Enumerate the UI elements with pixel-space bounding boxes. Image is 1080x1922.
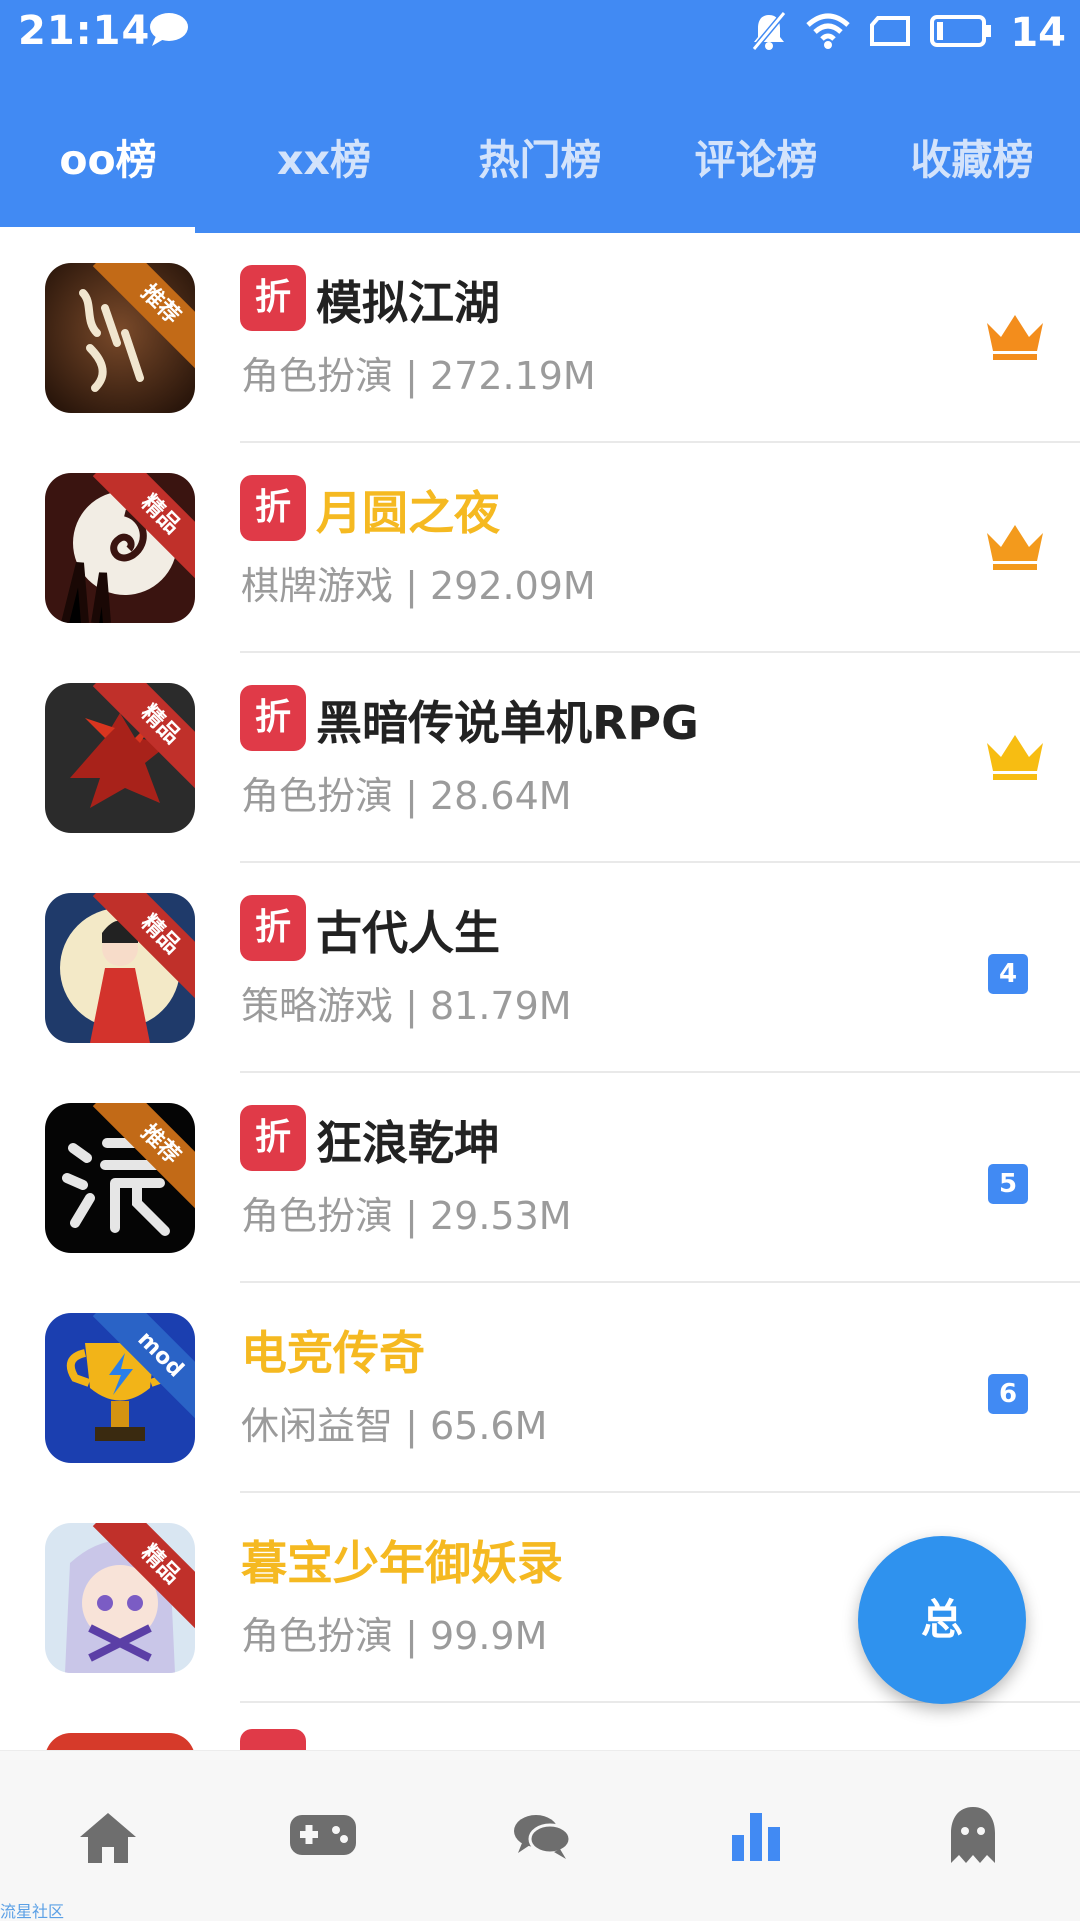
chat-bubbles-icon[interactable] (512, 1811, 572, 1865)
message-icon (148, 12, 190, 52)
crown-icon (983, 311, 1047, 365)
list-item[interactable]: 精品 折 古代人生 策略游戏 | 81.79M 4 (0, 863, 1080, 1073)
list-item[interactable]: 推荐 折 模拟江湖 角色扮演 | 272.19M (0, 233, 1080, 443)
list-item[interactable]: 精品 折 月圆之夜 棋牌游戏 | 292.09M (0, 443, 1080, 653)
game-title[interactable]: 电竞传奇 (241, 1317, 425, 1383)
game-icon-image: 精品 (45, 1523, 195, 1673)
game-title[interactable]: 黑暗传说单机RPG (316, 687, 699, 753)
list-item[interactable]: 推荐 折 狂浪乾坤 角色扮演 | 29.53M 5 (0, 1073, 1080, 1283)
game-category-size: 策略游戏 | 81.79M (241, 984, 572, 1028)
mute-icon (750, 11, 788, 55)
game-category-size: 角色扮演 | 272.19M (241, 354, 596, 398)
game-title[interactable]: 月圆之夜 (316, 477, 500, 543)
game-icon-image: 精品 (45, 473, 195, 623)
game-icon-image: 精品 (45, 683, 195, 833)
tab-oo[interactable]: oo榜 (0, 110, 216, 233)
discount-badge: 折 (240, 265, 306, 331)
crown-icon (983, 731, 1047, 785)
sim-card-icon (868, 15, 912, 51)
rank-badge: 6 (988, 1374, 1028, 1414)
game-icon-image: 推荐 (45, 263, 195, 413)
tab-comments[interactable]: 评论榜 (648, 110, 864, 233)
list-item[interactable] (0, 1703, 1080, 1750)
game-ranking-list[interactable]: 推荐 折 模拟江湖 角色扮演 | 272.19M 精品 折 月圆之夜 棋牌游戏 … (0, 233, 1080, 1750)
wifi-icon (806, 11, 850, 55)
tab-favorites[interactable]: 收藏榜 (864, 110, 1080, 233)
game-icon-image: 精品 (45, 893, 195, 1043)
game-category-size: 角色扮演 | 99.9M (241, 1614, 548, 1658)
game-icon-image: mod (45, 1313, 195, 1463)
game-category-size: 休闲益智 | 65.6M (241, 1404, 548, 1448)
status-time: 21:14 (18, 8, 151, 54)
tab-hot[interactable]: 热门榜 (432, 110, 648, 233)
gamepad-icon[interactable] (288, 1813, 358, 1861)
ghost-icon[interactable] (948, 1805, 998, 1869)
game-title[interactable]: 模拟江湖 (316, 267, 500, 333)
game-category-size: 角色扮演 | 29.53M (241, 1194, 572, 1238)
game-title[interactable]: 古代人生 (316, 897, 500, 963)
home-icon[interactable] (78, 1809, 138, 1869)
ranking-tabs: oo榜 xx榜 热门榜 评论榜 收藏榜 (0, 110, 1080, 233)
watermark-text: 流星社区 (0, 1902, 65, 1921)
battery-level: 14 (1010, 10, 1066, 56)
tab-xx[interactable]: xx榜 (216, 110, 432, 233)
rank-badge: 5 (988, 1164, 1028, 1204)
discount-badge (240, 1729, 306, 1750)
discount-badge: 折 (240, 1105, 306, 1171)
game-icon-image: 推荐 (45, 1103, 195, 1253)
game-category-size: 棋牌游戏 | 292.09M (241, 564, 596, 608)
list-item[interactable]: mod 电竞传奇 休闲益智 | 65.6M 6 (0, 1283, 1080, 1493)
status-bar: 21:14 14 (0, 0, 1080, 68)
game-title[interactable]: 暮宝少年御妖录 (241, 1527, 563, 1593)
battery-icon (930, 14, 992, 52)
discount-badge: 折 (240, 475, 306, 541)
bottom-navigation (0, 1750, 1080, 1921)
game-title[interactable]: 狂浪乾坤 (316, 1107, 500, 1173)
list-item[interactable]: 精品 折 黑暗传说单机RPG 角色扮演 | 28.64M (0, 653, 1080, 863)
discount-badge: 折 (240, 685, 306, 751)
bar-chart-icon[interactable] (728, 1807, 784, 1867)
game-icon-image (45, 1733, 195, 1750)
summary-fab-button[interactable]: 总 (858, 1536, 1026, 1704)
crown-icon (983, 521, 1047, 575)
game-category-size: 角色扮演 | 28.64M (241, 774, 572, 818)
discount-badge: 折 (240, 895, 306, 961)
top-header: 21:14 14 oo榜 xx榜 热门榜 评论榜 收藏榜 (0, 0, 1080, 233)
rank-badge: 4 (988, 954, 1028, 994)
